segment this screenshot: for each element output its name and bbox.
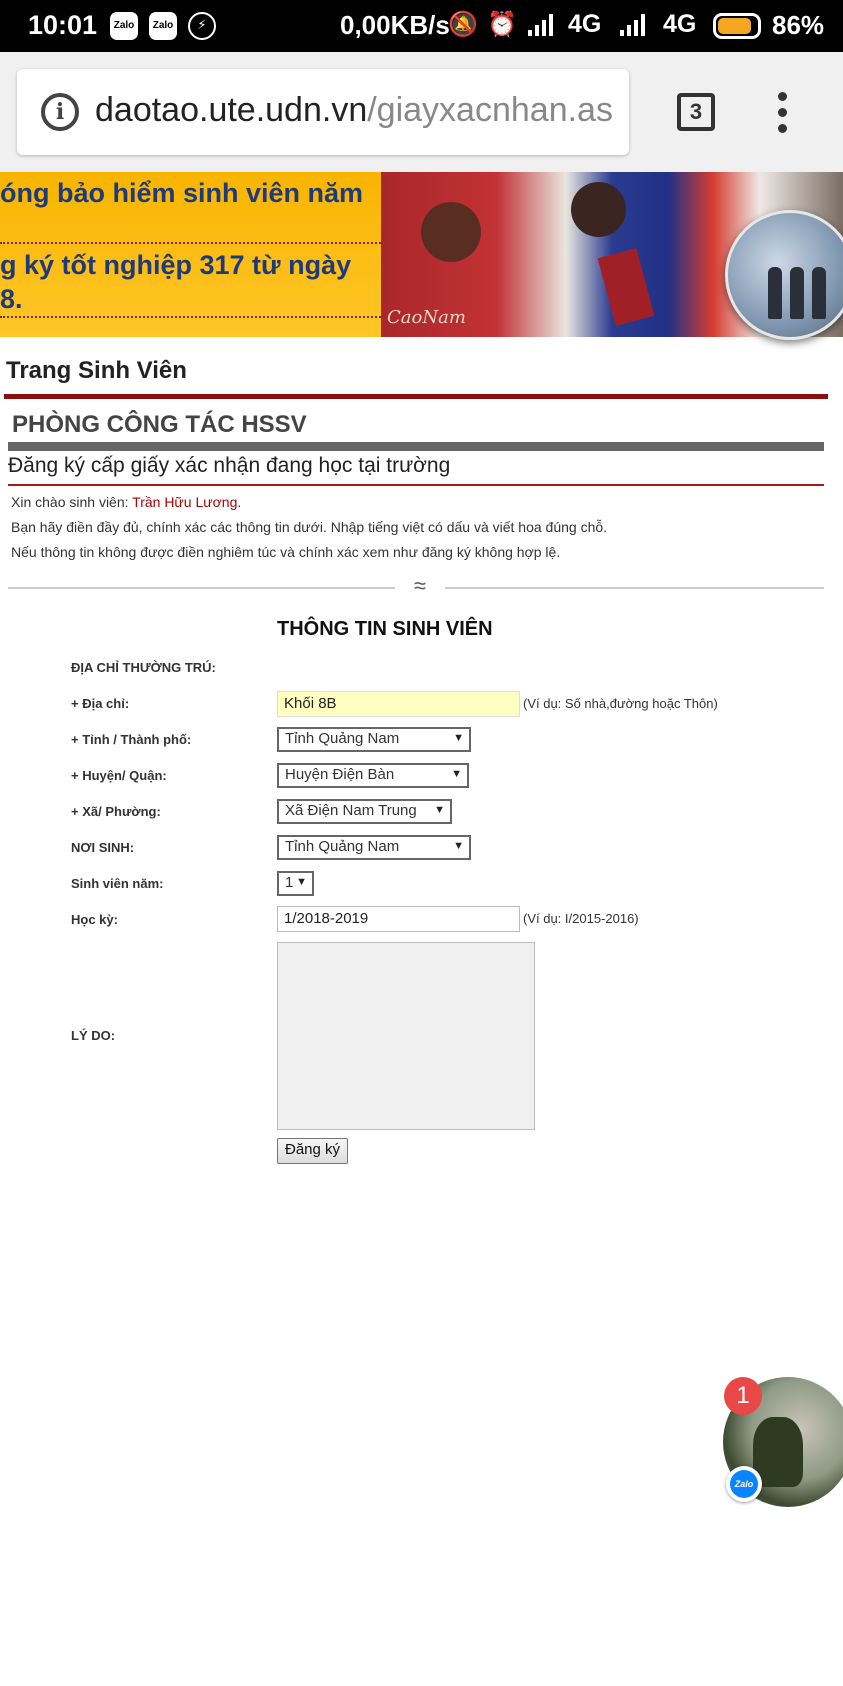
battery-percent: 86%: [772, 10, 825, 40]
semester-hint: (Ví dụ: I/2015-2016): [523, 911, 639, 926]
instruction-1: Bạn hãy điền đầy đủ, chính xác các thông…: [11, 519, 608, 535]
ticker-item[interactable]: g ký tốt nghiệp 317 từ ngày: [0, 250, 351, 281]
district-value: Huyện Điện Bàn: [285, 766, 395, 783]
greeting-suffix: .: [237, 494, 242, 510]
chevron-down-icon: ▼: [296, 876, 307, 888]
birthplace-label: NƠI SINH:: [71, 840, 135, 855]
chevron-down-icon: ▼: [434, 804, 445, 816]
greeting: Xin chào sinh viên: Trần Hữu Lương.: [11, 494, 241, 510]
zalo-icon: Zalo: [726, 1466, 762, 1502]
network-speed: 0,00KB/s: [340, 10, 450, 40]
url-path: /giayxacnhan.as: [367, 91, 613, 129]
site-banner: óng bảo hiểm sinh viên năm g ký tốt nghi…: [0, 172, 843, 337]
zalo-notification-icon: Zalo: [149, 12, 177, 40]
alarm-icon: ⏰: [487, 11, 517, 38]
status-bar: 10:01 Zalo Zalo ⚡ 0,00KB/s 🔕 ⏰ 4G 4G 86%: [0, 0, 843, 52]
network-type-1: 4G: [568, 10, 602, 38]
address-bar[interactable]: i daotao.ute.udn.vn/giayxacnhan.as: [17, 69, 629, 155]
messenger-icon: ⚡: [188, 12, 216, 40]
province-label: + Tỉnh / Thành phố:: [71, 732, 192, 747]
url-host: daotao.ute.udn.vn: [95, 91, 368, 129]
district-label: + Huyện/ Quận:: [71, 768, 167, 783]
signal-icon: [528, 14, 558, 36]
form-title: Đăng ký cấp giấy xác nhận đang học tại t…: [8, 454, 451, 477]
greeting-prefix: Xin chào sinh viên:: [11, 494, 133, 510]
battery-icon: [713, 13, 761, 39]
news-ticker[interactable]: óng bảo hiểm sinh viên năm g ký tốt nghi…: [0, 172, 381, 337]
url-text[interactable]: daotao.ute.udn.vn/giayxacnhan.as: [95, 91, 613, 130]
address-hint: (Ví dụ: Số nhà,đường hoặc Thôn): [523, 696, 718, 711]
department-heading: PHÒNG CÔNG TÁC HSSV: [12, 411, 307, 438]
student-name: Trần Hữu Lương: [132, 494, 238, 510]
register-button[interactable]: Đăng ký: [277, 1138, 349, 1164]
unread-count-badge: 1: [724, 1377, 762, 1415]
instruction-2: Nếu thông tin không được điền nghiêm túc…: [11, 544, 561, 560]
title-rule: [4, 394, 828, 399]
zalo-notification-icon: Zalo: [110, 12, 138, 40]
chevron-down-icon: ▼: [453, 732, 464, 744]
site-info-icon[interactable]: i: [41, 93, 79, 131]
form-title-rule: [8, 484, 824, 486]
province-value: Tỉnh Quảng Nam: [285, 730, 400, 747]
ward-value: Xã Điện Nam Trung: [285, 802, 417, 819]
year-label: Sinh viên năm:: [71, 876, 164, 891]
birthplace-value: Tỉnh Quảng Nam: [285, 838, 400, 855]
address-label: + Địa chỉ:: [71, 696, 130, 711]
photo-signature: CaoNam: [387, 307, 466, 328]
address-input[interactable]: Khối 8B: [277, 691, 520, 717]
ticker-item[interactable]: 8.: [0, 284, 23, 315]
department-rule: [8, 442, 824, 451]
profile-photo: [725, 210, 843, 340]
browser-toolbar: i daotao.ute.udn.vn/giayxacnhan.as 3: [0, 52, 843, 172]
status-time: 10:01: [28, 10, 98, 40]
divider-ornament-icon: ≈: [395, 575, 445, 597]
tab-switcher-button[interactable]: 3: [677, 93, 715, 131]
page-title: Trang Sinh Viên: [6, 357, 187, 384]
semester-label: Học kỳ:: [71, 912, 118, 927]
ward-select[interactable]: Xã Điện Nam Trung ▼: [277, 799, 452, 824]
zalo-badge-label: Zalo: [730, 1470, 758, 1498]
chevron-down-icon: ▼: [451, 768, 462, 780]
birthplace-select[interactable]: Tỉnh Quảng Nam ▼: [277, 835, 471, 860]
ticker-divider: [0, 316, 381, 318]
section-title: THÔNG TIN SINH VIÊN: [277, 618, 493, 640]
reason-textarea[interactable]: [277, 942, 535, 1130]
signal-icon: [620, 14, 650, 36]
year-value: 1: [285, 874, 294, 891]
mute-bell-icon: 🔕: [448, 11, 478, 38]
permanent-address-label: ĐỊA CHỈ THƯỜNG TRÚ:: [71, 660, 216, 675]
overflow-menu-icon[interactable]: [776, 92, 788, 134]
district-select[interactable]: Huyện Điện Bàn ▼: [277, 763, 469, 788]
ticker-item[interactable]: óng bảo hiểm sinh viên năm: [0, 178, 363, 209]
chevron-down-icon: ▼: [453, 840, 464, 852]
reason-label: LÝ DO:: [71, 1028, 116, 1043]
semester-input[interactable]: 1/2018-2019: [277, 906, 520, 932]
network-type-2: 4G: [663, 10, 697, 38]
year-select[interactable]: 1 ▼: [277, 871, 314, 896]
province-select[interactable]: Tỉnh Quảng Nam ▼: [277, 727, 471, 752]
ticker-divider: [0, 242, 381, 244]
ward-label: + Xã/ Phường:: [71, 804, 161, 819]
